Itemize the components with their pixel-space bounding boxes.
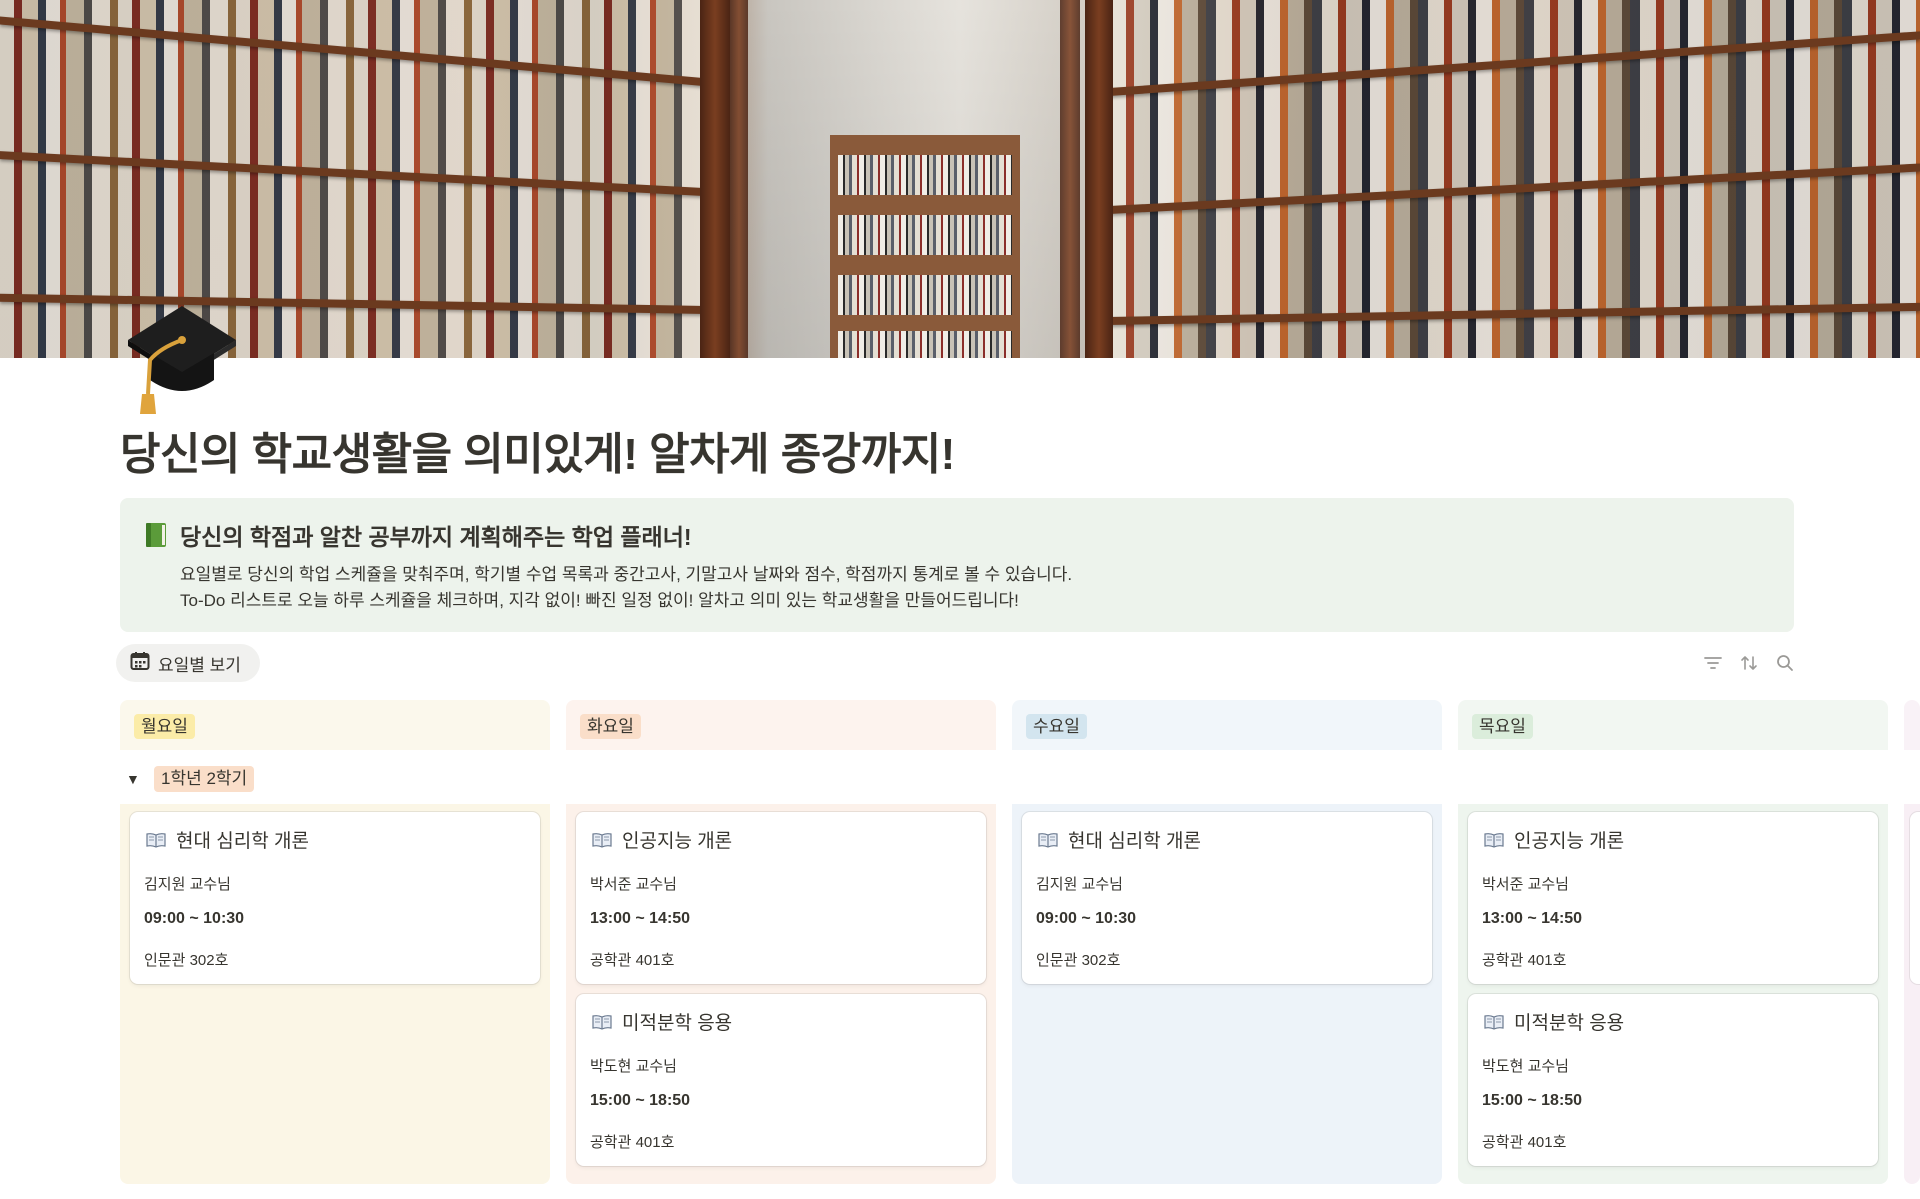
- class-room: 공학관 401호: [590, 1134, 675, 1151]
- column-header-tuesday[interactable]: 화요일: [566, 700, 996, 750]
- column-header-next-partial[interactable]: [1904, 700, 1920, 750]
- intro-callout: 당신의 학점과 알찬 공부까지 계획해주는 학업 플래너! 요일별로 당신의 학…: [120, 498, 1794, 632]
- callout-title: 당신의 학점과 알찬 공부까지 계획해주는 학업 플래너!: [180, 524, 692, 550]
- column-header-monday[interactable]: 월요일: [120, 700, 550, 750]
- column-header-wednesday[interactable]: 수요일: [1012, 700, 1442, 750]
- group-tag: 1학년 2학기: [154, 766, 255, 792]
- class-professor: 김지원 교수님: [1036, 876, 1123, 893]
- sort-icon[interactable]: [1738, 652, 1760, 674]
- class-title: 현대 심리학 개론: [1068, 831, 1201, 852]
- class-room: 인문관 302호: [144, 952, 229, 969]
- page-title[interactable]: 당신의 학교생활을 의미있게! 알차게 종강까지!: [120, 418, 955, 482]
- class-room: 공학관 401호: [590, 952, 675, 969]
- class-title: 미적분학 응용: [1514, 1013, 1625, 1034]
- class-title: 미적분학 응용: [622, 1013, 733, 1034]
- open-book-icon: [146, 832, 166, 848]
- view-tab-label: 요일별 보기: [158, 655, 241, 675]
- column-body-wednesday: 현대 심리학 개론 김지원 교수님 09:00 ~ 10:30 인문관 302호: [1012, 804, 1442, 1184]
- open-book-icon: [1038, 832, 1058, 848]
- day-tag: 월요일: [134, 714, 195, 739]
- column-header-thursday[interactable]: 목요일: [1458, 700, 1888, 750]
- view-toolbar: [1702, 652, 1796, 674]
- toggle-triangle-icon[interactable]: ▼: [126, 771, 140, 787]
- cover-image: [0, 0, 1920, 358]
- callout-description-line-1: 요일별로 당신의 학업 스케쥴을 맞춰주며, 학기별 수업 목록과 중간고사, …: [180, 565, 1073, 584]
- class-room: 인문관 302호: [1036, 952, 1121, 969]
- class-card[interactable]: 현대 심리학 개론 김지원 교수님 09:00 ~ 10:30 인문관 302호: [1022, 812, 1432, 984]
- class-card[interactable]: 현대 심리학 개론 김지원 교수님 09:00 ~ 10:30 인문관 302호: [130, 812, 540, 984]
- class-card-partial[interactable]: [1910, 812, 1920, 984]
- class-time: 15:00 ~ 18:50: [1482, 1092, 1583, 1109]
- day-tag: 수요일: [1026, 714, 1087, 739]
- day-tag: 화요일: [580, 714, 641, 739]
- class-time: 15:00 ~ 18:50: [590, 1092, 691, 1109]
- class-title: 인공지능 개론: [1514, 831, 1625, 852]
- class-professor: 박서준 교수님: [1482, 876, 1569, 893]
- class-card[interactable]: 미적분학 응용 박도현 교수님 15:00 ~ 18:50 공학관 401호: [576, 994, 986, 1166]
- column-body-tuesday: 인공지능 개론 박서준 교수님 13:00 ~ 14:50 공학관 401호 미…: [566, 804, 996, 1184]
- open-book-icon: [592, 832, 612, 848]
- group-header[interactable]: ▼ 1학년 2학기: [126, 766, 255, 792]
- class-time: 09:00 ~ 10:30: [1036, 910, 1137, 927]
- class-time: 09:00 ~ 10:30: [144, 910, 245, 927]
- class-professor: 김지원 교수님: [144, 876, 231, 893]
- open-book-icon: [1484, 832, 1504, 848]
- class-professor: 박서준 교수님: [590, 876, 677, 893]
- callout-description-line-2: To-Do 리스트로 오늘 하루 스케쥴을 체크하며, 지각 없이! 빠진 일정…: [180, 591, 1019, 610]
- class-card[interactable]: 인공지능 개론 박서준 교수님 13:00 ~ 14:50 공학관 401호: [1468, 812, 1878, 984]
- class-professor: 박도현 교수님: [1482, 1058, 1569, 1075]
- column-body-thursday: 인공지능 개론 박서준 교수님 13:00 ~ 14:50 공학관 401호 미…: [1458, 804, 1888, 1184]
- view-tab-by-day[interactable]: 요일별 보기: [116, 644, 260, 682]
- open-book-icon: [592, 1014, 612, 1030]
- day-tag: 목요일: [1472, 714, 1533, 739]
- column-body-monday: 현대 심리학 개론 김지원 교수님 09:00 ~ 10:30 인문관 302호: [120, 804, 550, 1184]
- open-book-icon: [1484, 1014, 1504, 1030]
- class-title: 현대 심리학 개론: [176, 831, 309, 852]
- class-time: 13:00 ~ 14:50: [1482, 910, 1583, 927]
- class-card[interactable]: 미적분학 응용 박도현 교수님 15:00 ~ 18:50 공학관 401호: [1468, 994, 1878, 1166]
- class-card[interactable]: 인공지능 개론 박서준 교수님 13:00 ~ 14:50 공학관 401호: [576, 812, 986, 984]
- class-title: 인공지능 개론: [622, 831, 733, 852]
- column-body-next-partial: [1904, 804, 1920, 1184]
- filter-icon[interactable]: [1702, 652, 1724, 674]
- class-room: 공학관 401호: [1482, 952, 1567, 969]
- search-icon[interactable]: [1774, 652, 1796, 674]
- calendar-icon: [130, 651, 150, 676]
- class-professor: 박도현 교수님: [590, 1058, 677, 1075]
- green-book-icon: [144, 522, 168, 548]
- class-room: 공학관 401호: [1482, 1134, 1567, 1151]
- graduation-cap-icon[interactable]: [120, 298, 238, 416]
- class-time: 13:00 ~ 14:50: [590, 910, 691, 927]
- cover-far-shelf: [830, 135, 1020, 358]
